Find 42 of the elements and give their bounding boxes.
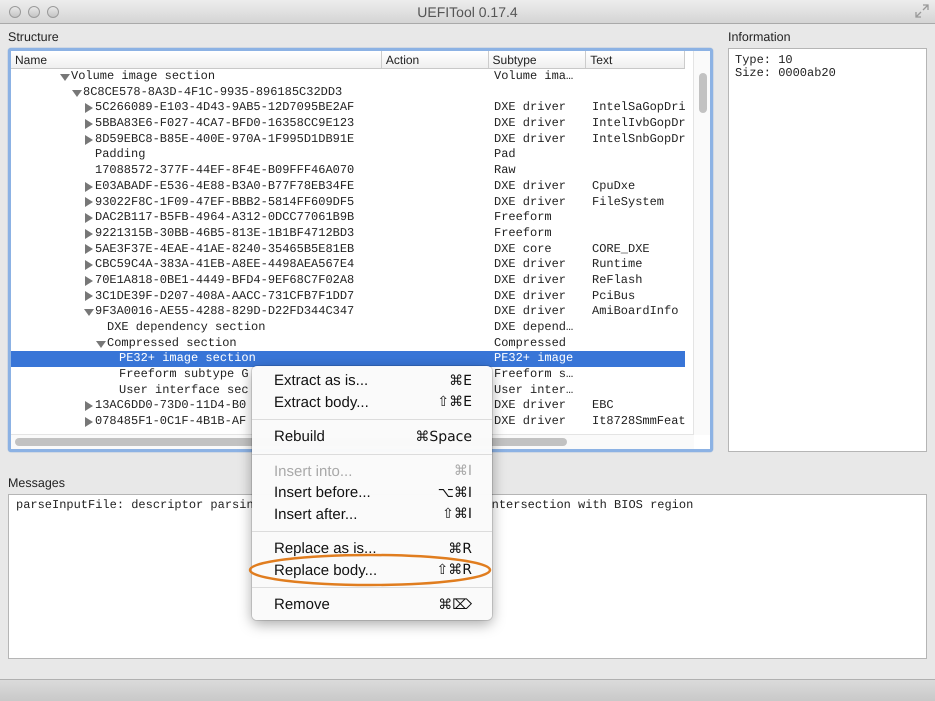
panel-title: Structure (8, 30, 59, 44)
subtype-cell: Freeform s… (494, 367, 574, 383)
message-text: parseInputFile: descriptor parsin (16, 498, 254, 512)
subtype-cell: DXE driver (494, 132, 566, 148)
text-cell: IntelIvbGopDr (592, 116, 686, 132)
text-cell: PciBus (592, 288, 636, 304)
subtype-cell: DXE depend… (494, 320, 574, 336)
subtype-cell: Raw (494, 163, 516, 179)
message-text: ntersection with BIOS region (492, 498, 694, 512)
subtype-cell: DXE driver (494, 100, 566, 116)
subtype-cell: DXE driver (494, 398, 566, 414)
text-cell: AmiBoardInfo (592, 304, 678, 320)
subtype-cell: DXE driver (494, 304, 566, 320)
text-cell: CpuDxe (592, 178, 636, 195)
text-cell: It8728SmmFeat (592, 414, 686, 430)
panel-title: Information (728, 30, 791, 44)
info-text: Type: 10 (735, 53, 793, 67)
subtype-cell: DXE driver (494, 257, 566, 273)
subtype-cell: DXE core (494, 242, 552, 258)
subtype-cell: Compressed (494, 336, 566, 352)
text-cell: ReFlash (592, 272, 642, 289)
text-cell: IntelSnbGopDr (592, 132, 686, 148)
panel-title: Messages (8, 476, 65, 490)
subtype-cell: DXE driver (494, 178, 566, 195)
subtype-cell: DXE driver (494, 194, 566, 210)
subtype-cell: DXE driver (494, 116, 566, 132)
subtype-cell: Freeform (494, 210, 552, 226)
text-cell: FileSystem (592, 194, 664, 210)
subtype-cell: Volume ima… (494, 69, 574, 85)
info-text: Size: 0000ab20 (735, 66, 836, 80)
subtype-cell: Pad (494, 147, 516, 164)
text-cell: CORE_DXE (592, 242, 650, 258)
subtype-cell: DXE driver (494, 414, 566, 430)
subtype-cell: DXE driver (494, 288, 566, 304)
subtype-cell: User inter… (494, 382, 574, 398)
text-cell: Runtime (592, 257, 642, 273)
text-cell: EBC (592, 398, 614, 414)
subtype-cell: Freeform (494, 226, 552, 242)
window-title: UEFITool 0.17.4 (417, 4, 518, 20)
subtype-cell: DXE driver (494, 272, 566, 289)
text-cell: IntelSaGopDri (592, 100, 686, 116)
subtype-cell: PE32+ image (494, 351, 574, 368)
